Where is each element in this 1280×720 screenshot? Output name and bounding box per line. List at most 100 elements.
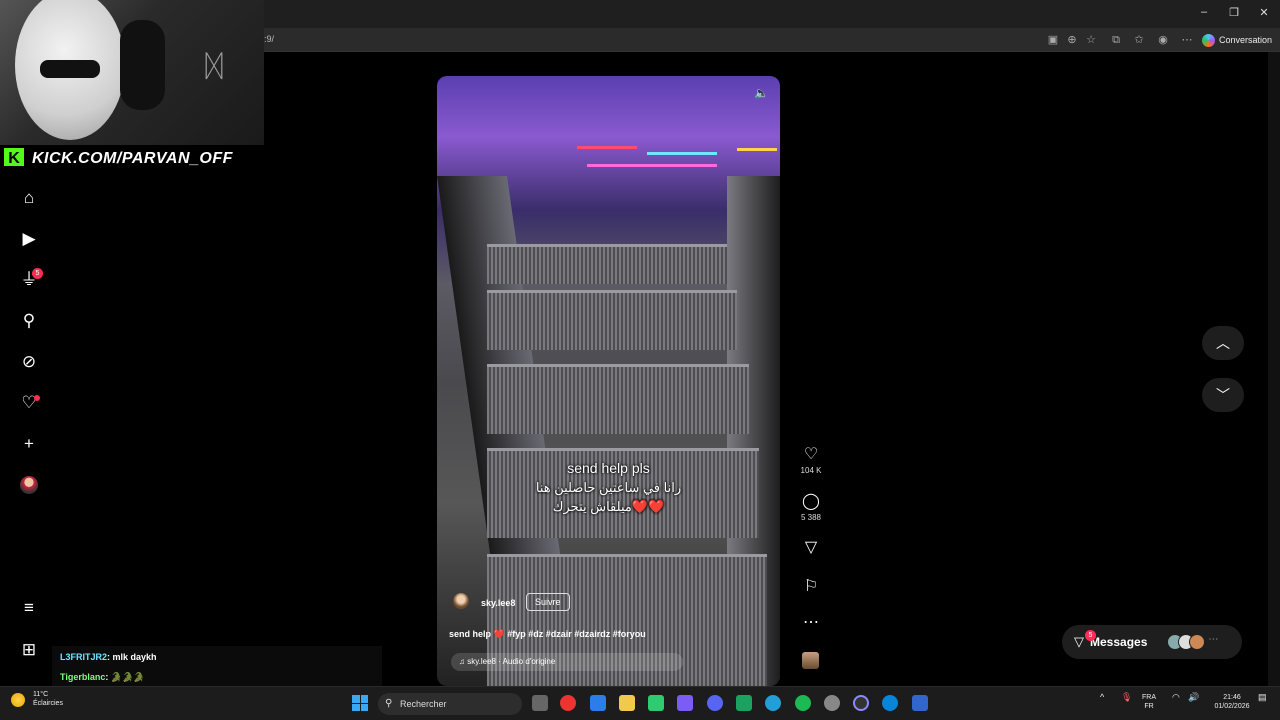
search-icon[interactable]: ⚲	[18, 310, 40, 332]
video-player[interactable]: 🔈 send help pls رانا في ساعتين حاصلين هن…	[437, 76, 780, 686]
clock-time: 21:46	[1223, 694, 1241, 701]
notifications-icon[interactable]: ▤	[1258, 693, 1267, 702]
minimize-button[interactable]: –	[1196, 6, 1212, 18]
escalator-step	[487, 364, 749, 434]
video-caption-en: send help pls	[567, 460, 650, 476]
chrome-icon[interactable]	[560, 695, 576, 711]
video-caption-ar-2: ميلقاش يتحرك❤️❤️	[552, 499, 665, 514]
menu-icon[interactable]: ≡	[18, 597, 40, 619]
like-count: 104 K	[800, 466, 822, 475]
streamer-headset	[120, 20, 165, 110]
chat-line: L3FRITJR2: mlk daykh	[60, 652, 157, 662]
share-icon[interactable]: ▽	[800, 537, 822, 557]
neon-light	[587, 164, 717, 167]
settings-icon[interactable]	[824, 695, 840, 711]
kick-logo: K	[2, 146, 26, 168]
outlook-icon[interactable]	[590, 695, 606, 711]
conversation-label: Conversation	[1219, 35, 1273, 45]
spotify-icon[interactable]	[795, 695, 811, 711]
clock-date: 01/02/2026	[1214, 703, 1250, 710]
weather-temp: 11°C	[33, 691, 49, 698]
creator-avatar[interactable]	[453, 593, 469, 609]
microphone-icon[interactable]: 🎙	[1121, 693, 1132, 702]
windows-start-icon[interactable]	[352, 695, 368, 711]
copilot-app-icon[interactable]	[677, 695, 693, 711]
app-icon[interactable]	[736, 695, 752, 711]
wifi-icon[interactable]: ◠	[1172, 693, 1180, 702]
app-icon[interactable]	[648, 695, 664, 711]
maximize-button[interactable]: ❐	[1226, 6, 1242, 19]
discord-icon[interactable]	[707, 695, 723, 711]
task-view-icon[interactable]	[532, 695, 548, 711]
volume-icon[interactable]: 🔈	[754, 86, 769, 100]
copilot-icon	[1202, 33, 1215, 47]
escalator-step	[487, 244, 727, 284]
chat-line: Tigerblanc: 🐊🐊🐊	[60, 672, 144, 683]
favorites-icon[interactable]: ✩	[1132, 33, 1146, 47]
more-avatars-icon: ⋯	[1208, 634, 1219, 645]
video-description: send help ❤️ #fyp #dz #dzair #dzairdz #f…	[449, 629, 646, 639]
zoom-icon[interactable]: ⊕	[1065, 33, 1079, 47]
creator-name[interactable]: sky.lee8	[481, 598, 515, 608]
close-window-button[interactable]: ✕	[1256, 6, 1272, 19]
lang-1: FRA	[1142, 694, 1156, 701]
telegram-icon[interactable]	[765, 695, 781, 711]
extensions-icon[interactable]: ⧉	[1109, 33, 1123, 47]
chat-user: L3FRITJR2	[60, 652, 108, 662]
bookmark-icon[interactable]: ⚐	[800, 576, 822, 596]
comment-icon[interactable]: ◯	[800, 491, 822, 511]
language-indicator[interactable]: FRA FR	[1142, 693, 1156, 711]
messages-badge: 5	[1085, 630, 1096, 641]
message-avatar	[1189, 634, 1206, 650]
obs-icon[interactable]	[853, 695, 869, 711]
favorite-star-icon[interactable]: ☆	[1084, 33, 1098, 47]
music-thumbnail[interactable]	[802, 652, 819, 669]
home-icon[interactable]: ⌂	[18, 187, 40, 209]
notification-dot	[34, 395, 40, 401]
chat-text: : 🐊🐊🐊	[105, 672, 145, 682]
app-available-icon[interactable]: ▣	[1046, 33, 1060, 47]
webcam-overlay: ᛞ	[0, 0, 264, 145]
weather-desc: Éclaircies	[33, 700, 63, 707]
chair-logo: ᛞ	[205, 50, 223, 83]
explore-icon[interactable]: ⊘	[18, 351, 40, 373]
weather-icon[interactable]	[11, 693, 25, 707]
taskbar-search-label: Rechercher	[400, 699, 447, 709]
live-icon[interactable]: ▶	[18, 228, 40, 250]
taskbar-search[interactable]: ⚲ Rechercher	[378, 693, 522, 715]
neon-light	[647, 152, 717, 155]
file-explorer-icon[interactable]	[619, 695, 635, 711]
weather-widget[interactable]: 11°C Éclaircies	[33, 690, 63, 708]
more-options-icon[interactable]: ⋯	[800, 612, 822, 632]
page-scrollbar[interactable]	[1268, 52, 1280, 686]
neon-light	[577, 146, 637, 149]
clock[interactable]: 21:46 01/02/2026	[1210, 693, 1254, 711]
volume-tray-icon[interactable]: 🔊	[1188, 693, 1199, 702]
comment-count: 5 388	[800, 513, 822, 522]
audio-pill[interactable]: ♫ sky.lee8 · Audio d'origine	[451, 653, 683, 671]
windows-taskbar	[0, 686, 1280, 720]
edge-icon[interactable]	[882, 695, 898, 711]
address-bar[interactable]	[262, 28, 1280, 52]
tray-chevron-icon[interactable]: ^	[1100, 693, 1104, 702]
profile-avatar[interactable]	[20, 476, 38, 494]
like-icon[interactable]: ♡	[800, 444, 822, 464]
app-icon[interactable]	[912, 695, 928, 711]
neon-light	[737, 148, 777, 151]
kick-banner: K KICK.COM/PARVAN_OFF	[2, 146, 239, 168]
plus-icon[interactable]: +	[18, 433, 40, 455]
follow-button[interactable]: Suivre	[526, 593, 570, 611]
chat-text: : mlk daykh	[107, 652, 157, 662]
video-caption-ar-1: رانا في ساعتين حاصلين هنا	[535, 480, 682, 495]
copilot-conversation-button[interactable]: Conversation	[1202, 32, 1272, 48]
apps-icon[interactable]: ⊞	[18, 639, 40, 661]
kick-url: KICK.COM/PARVAN_OFF	[26, 146, 239, 168]
profile-icon[interactable]: ◉	[1156, 33, 1170, 47]
escalator-step	[487, 290, 737, 350]
chat-user: Tigerblanc	[60, 672, 106, 682]
search-icon: ⚲	[385, 698, 393, 709]
previous-video-button[interactable]: ︿	[1202, 326, 1244, 360]
next-video-button[interactable]: ﹀	[1202, 378, 1244, 412]
more-menu-icon[interactable]: ⋯	[1180, 33, 1194, 47]
lang-2: FR	[1144, 703, 1154, 710]
